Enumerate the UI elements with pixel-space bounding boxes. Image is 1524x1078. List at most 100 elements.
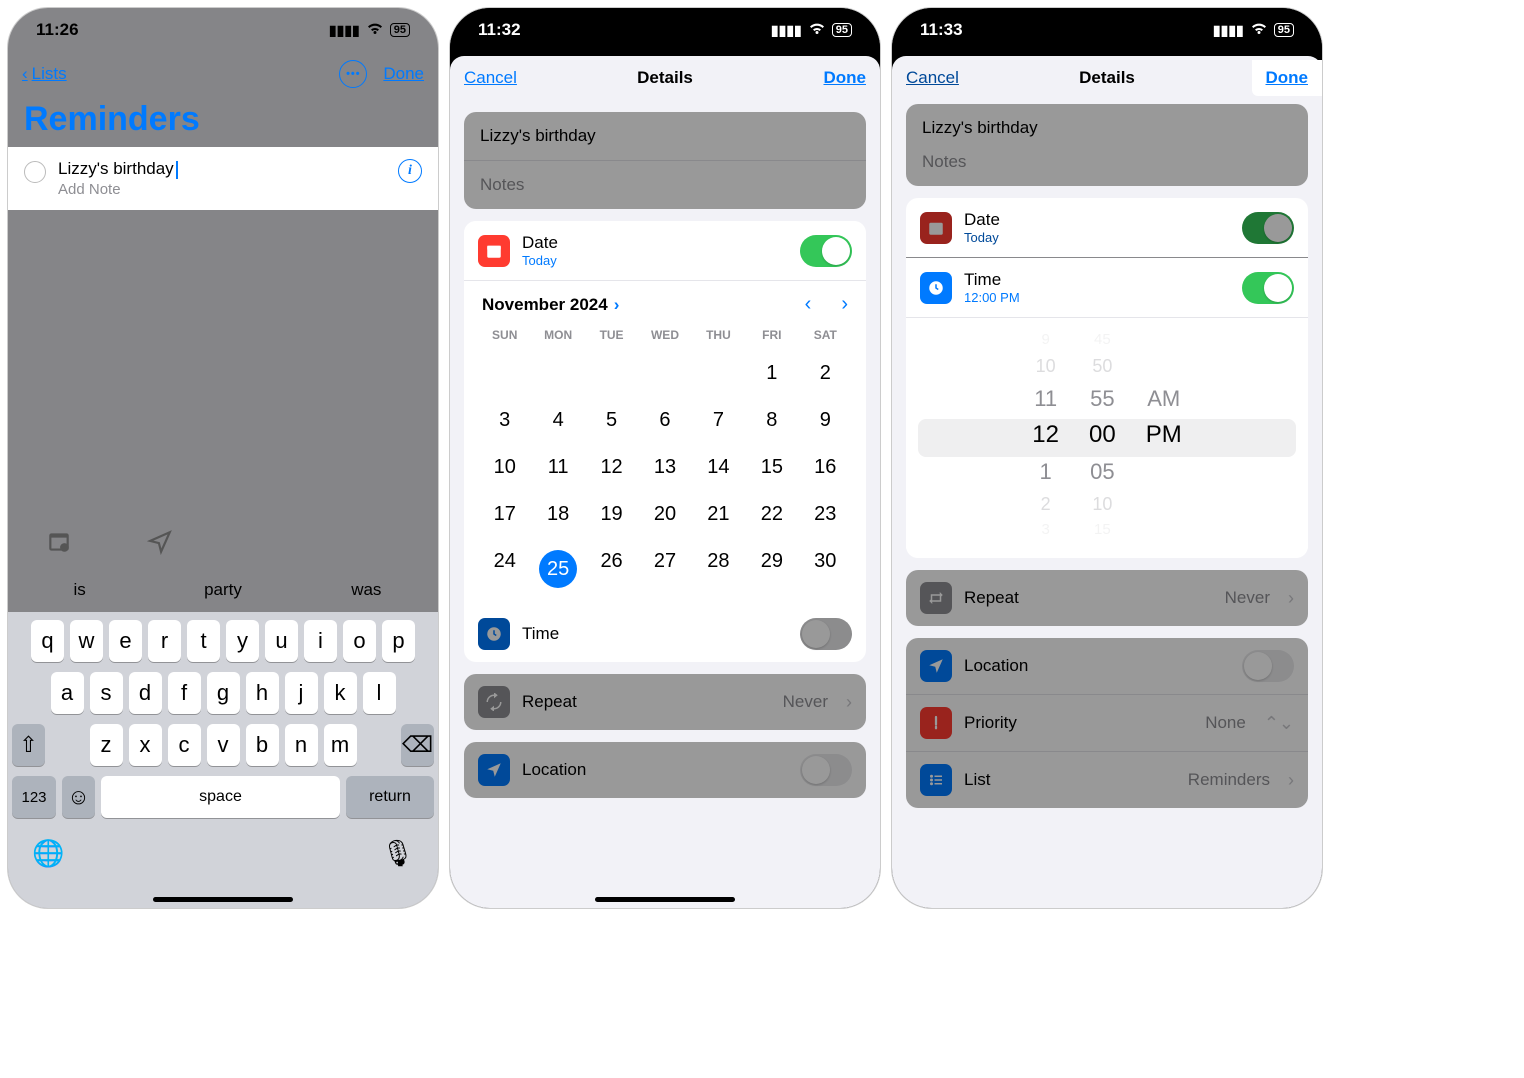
time-row[interactable]: Time [464, 606, 866, 662]
key-x[interactable]: x [129, 724, 162, 766]
globe-key[interactable]: 🌐 [32, 838, 64, 869]
calendar-day[interactable]: 28 [692, 546, 745, 592]
location-toggle[interactable] [800, 754, 852, 786]
time-toggle[interactable] [800, 618, 852, 650]
key-a[interactable]: a [51, 672, 84, 714]
key-y[interactable]: y [226, 620, 259, 662]
repeat-row[interactable]: Repeat Never › [464, 674, 866, 730]
key-p[interactable]: p [382, 620, 415, 662]
calendar-day[interactable]: 24 [478, 546, 531, 592]
add-note-placeholder[interactable]: Add Note [58, 181, 386, 198]
calendar-day[interactable]: 1 [745, 358, 798, 389]
calendar-day[interactable]: 30 [799, 546, 852, 592]
priority-row[interactable]: Priority None ⌃⌄ [906, 695, 1308, 752]
calendar-day[interactable]: 18 [531, 499, 584, 530]
hour-wheel[interactable]: 9 10 11 12 1 2 3 [1032, 328, 1059, 542]
next-month-button[interactable]: › [841, 293, 848, 316]
calendar-day[interactable]: 5 [585, 405, 638, 436]
key-j[interactable]: j [285, 672, 318, 714]
key-r[interactable]: r [148, 620, 181, 662]
key-t[interactable]: t [187, 620, 220, 662]
key-q[interactable]: q [31, 620, 64, 662]
date-row[interactable]: Date Today [464, 221, 866, 281]
time-row[interactable]: Time 12:00 PM [906, 258, 1308, 318]
minute-wheel[interactable]: 45 50 55 00 05 10 15 [1089, 328, 1116, 542]
key-z[interactable]: z [90, 724, 123, 766]
cancel-button[interactable]: Cancel [464, 68, 517, 88]
time-picker[interactable]: 9 10 11 12 1 2 3 45 50 55 00 05 10 [906, 318, 1308, 558]
suggestion-1[interactable]: is [8, 568, 151, 612]
location-toggle[interactable] [1242, 650, 1294, 682]
key-n[interactable]: n [285, 724, 318, 766]
reminder-title-field[interactable]: Lizzy's birthday [906, 104, 1308, 148]
key-u[interactable]: u [265, 620, 298, 662]
calendar-day[interactable]: 27 [638, 546, 691, 592]
calendar-day[interactable]: 12 [585, 452, 638, 483]
key-i[interactable]: i [304, 620, 337, 662]
ampm-wheel[interactable]: AM PM [1146, 328, 1182, 542]
key-c[interactable]: c [168, 724, 201, 766]
calendar-day[interactable]: 26 [585, 546, 638, 592]
list-row[interactable]: List Reminders › [906, 752, 1308, 808]
key-g[interactable]: g [207, 672, 240, 714]
calendar-day[interactable]: 25 [531, 546, 584, 592]
emoji-key[interactable]: ☺ [62, 776, 95, 818]
repeat-row[interactable]: Repeat Never › [906, 570, 1308, 626]
key-w[interactable]: w [70, 620, 103, 662]
home-indicator[interactable] [153, 897, 293, 902]
dictation-key[interactable]: 🎙 [381, 838, 414, 869]
calendar-day[interactable]: 23 [799, 499, 852, 530]
calendar-day[interactable]: 7 [692, 405, 745, 436]
suggestion-2[interactable]: party [151, 568, 294, 612]
calendar-day[interactable]: 10 [478, 452, 531, 483]
info-icon[interactable]: i [398, 159, 422, 183]
location-row[interactable]: Location [464, 742, 866, 798]
done-button[interactable]: Done [824, 68, 867, 88]
key-f[interactable]: f [168, 672, 201, 714]
cancel-button[interactable]: Cancel [906, 68, 959, 88]
calendar-toolbar-icon[interactable] [46, 529, 72, 560]
date-row[interactable]: Date Today [906, 198, 1308, 258]
key-k[interactable]: k [324, 672, 357, 714]
calendar-day[interactable]: 2 [799, 358, 852, 389]
calendar-day[interactable]: 3 [478, 405, 531, 436]
calendar-day[interactable]: 11 [531, 452, 584, 483]
done-button[interactable]: Done [1266, 68, 1309, 87]
back-button[interactable]: ‹ Lists [22, 64, 67, 84]
calendar-day[interactable]: 16 [799, 452, 852, 483]
suggestion-3[interactable]: was [295, 568, 438, 612]
key-o[interactable]: o [343, 620, 376, 662]
calendar-day[interactable]: 19 [585, 499, 638, 530]
key-m[interactable]: m [324, 724, 357, 766]
key-h[interactable]: h [246, 672, 279, 714]
key-e[interactable]: e [109, 620, 142, 662]
calendar-day[interactable]: 20 [638, 499, 691, 530]
key-b[interactable]: b [246, 724, 279, 766]
complete-checkbox[interactable] [24, 161, 46, 183]
calendar-day[interactable]: 4 [531, 405, 584, 436]
calendar-month-button[interactable]: November 2024› [482, 295, 619, 315]
calendar-day[interactable]: 8 [745, 405, 798, 436]
location-row[interactable]: Location [906, 638, 1308, 695]
key-s[interactable]: s [90, 672, 123, 714]
date-toggle[interactable] [800, 235, 852, 267]
location-toolbar-icon[interactable] [147, 529, 173, 560]
shift-key[interactable]: ⇧ [12, 724, 45, 766]
space-key[interactable]: space [101, 776, 340, 818]
calendar-day[interactable]: 29 [745, 546, 798, 592]
notes-field[interactable]: Notes [906, 148, 1308, 186]
more-options-button[interactable]: ••• [339, 60, 367, 88]
calendar-day[interactable]: 21 [692, 499, 745, 530]
backspace-key[interactable]: ⌫ [401, 724, 434, 766]
key-d[interactable]: d [129, 672, 162, 714]
numbers-key[interactable]: 123 [12, 776, 56, 818]
home-indicator[interactable] [595, 897, 735, 902]
reminder-title-input[interactable]: Lizzy's birthday [58, 159, 174, 178]
reminder-item[interactable]: Lizzy's birthday Add Note i [8, 147, 438, 210]
calendar-day[interactable]: 9 [799, 405, 852, 436]
return-key[interactable]: return [346, 776, 434, 818]
calendar-picker[interactable]: November 2024› ‹ › SUNMONTUEWEDTHUFRISAT… [464, 281, 866, 606]
prev-month-button[interactable]: ‹ [805, 293, 812, 316]
calendar-day[interactable]: 14 [692, 452, 745, 483]
calendar-day[interactable]: 17 [478, 499, 531, 530]
